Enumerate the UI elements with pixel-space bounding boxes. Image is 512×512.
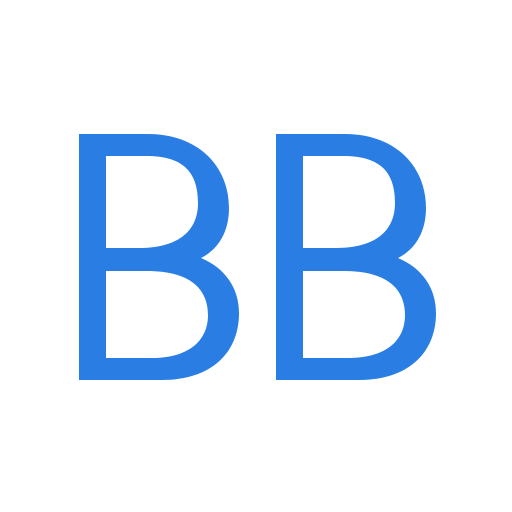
logo	[0, 0, 512, 512]
right-b-letter	[276, 134, 436, 380]
logo-canvas	[0, 0, 512, 512]
bb-lettermark	[79, 134, 436, 380]
left-b-letter	[79, 134, 239, 380]
bb-logo-svg	[79, 134, 436, 380]
